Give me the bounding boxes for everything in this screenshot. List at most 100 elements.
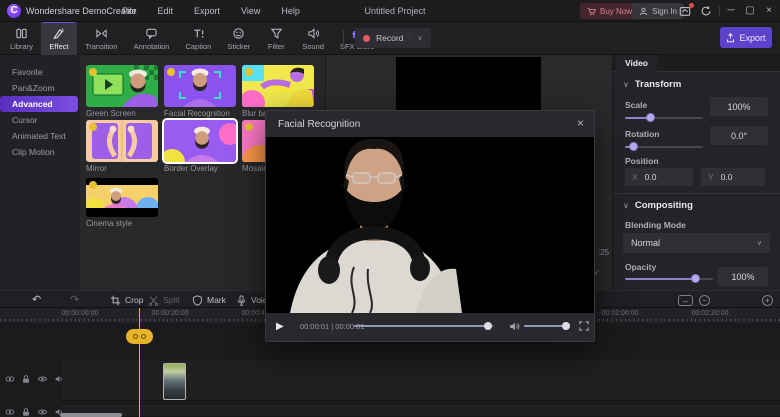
opacity-slider[interactable] (625, 274, 713, 283)
effect-card-green-screen[interactable] (86, 65, 158, 107)
scale-value[interactable]: 100% (710, 97, 768, 116)
rotation-label: Rotation (625, 129, 660, 139)
record-chevron-icon[interactable]: ∨ (409, 34, 423, 42)
maximize-button[interactable]: ▢ (741, 0, 759, 22)
opacity-value[interactable]: 100% (718, 267, 768, 286)
redo-button[interactable]: ↷ (70, 291, 79, 309)
effect-card-border-overlay[interactable] (162, 118, 238, 164)
effect-card-cinema-style[interactable] (86, 178, 158, 217)
volume-icon[interactable] (509, 321, 520, 332)
effects-category-sidebar: Favorite Pan&Zoom Advanced Cursor Animat… (0, 55, 78, 290)
menu-help[interactable]: Help (281, 6, 300, 16)
effect-card-facial-recognition[interactable] (164, 65, 236, 107)
facial-recognition-dialog: Facial Recognition × ▶ 00:00:01 | 00:00:… (265, 110, 595, 342)
person-icon (639, 7, 648, 15)
sidebar-item-favorite[interactable]: Favorite (0, 64, 78, 80)
notification-dot (689, 3, 694, 8)
ruler-label: 00:02:00:00 (601, 310, 639, 317)
sync-icon[interactable] (700, 5, 713, 18)
track-link-icon[interactable] (5, 374, 15, 384)
minimize-button[interactable]: ─ (722, 0, 740, 22)
track-lock-icon[interactable] (21, 407, 31, 417)
export-up-icon (727, 32, 735, 42)
playhead-line[interactable] (139, 308, 140, 417)
dialog-close-icon[interactable]: × (577, 116, 584, 130)
sign-in-button[interactable]: Sign In (632, 3, 684, 19)
sidebar-item-clip-motion[interactable]: Clip Motion (0, 144, 78, 160)
menu-view[interactable]: View (241, 6, 260, 16)
undo-button[interactable]: ↶ (32, 291, 41, 309)
ruler-label: 00:00:00:00 (61, 310, 99, 317)
titlebar-separator (719, 6, 720, 16)
track-eye-icon[interactable] (37, 407, 48, 417)
fit-timeline-button[interactable]: ↔ (678, 294, 693, 306)
properties-tab-strip: Video (613, 55, 780, 72)
buy-now-button[interactable]: Buy Now (580, 3, 640, 19)
tab-effect[interactable]: Effect (40, 22, 77, 55)
tab-annotation[interactable]: Annotation (126, 22, 178, 55)
seek-slider[interactable] (354, 322, 494, 330)
dialog-title: Facial Recognition (278, 118, 361, 130)
sidebar-item-advanced[interactable]: Advanced (0, 96, 78, 112)
mark-shield-icon (193, 294, 202, 306)
play-icon[interactable]: ▶ (276, 321, 284, 332)
menu-export[interactable]: Export (194, 6, 220, 16)
share-feedback-icon[interactable] (679, 3, 694, 18)
position-y-field[interactable]: Y 0.0 (701, 168, 765, 186)
tab-sound[interactable]: Sound (294, 22, 332, 55)
playhead-ring-icon (133, 334, 138, 339)
blending-mode-dropdown[interactable]: Normal ∨ (623, 233, 770, 253)
track-link-icon[interactable] (5, 407, 15, 417)
tab-library[interactable]: Library (2, 22, 41, 55)
rotation-value[interactable]: 0.0° (710, 126, 768, 145)
ribbon-separator (343, 30, 344, 47)
track-mute-icon[interactable] (54, 374, 64, 384)
menu-file[interactable]: File (122, 6, 137, 16)
sidebar-item-pan-zoom[interactable]: Pan&Zoom (0, 80, 78, 96)
rotation-slider[interactable] (625, 142, 703, 151)
position-x-field[interactable]: X 0.0 (625, 168, 693, 186)
dialog-header: Facial Recognition × (266, 111, 594, 137)
export-button[interactable]: Export (720, 27, 772, 48)
crop-button[interactable]: Crop (110, 291, 143, 309)
record-button[interactable]: Record ∨ (355, 28, 431, 48)
track-lock-icon[interactable] (21, 374, 31, 384)
sidebar-item-animated-text[interactable]: Animated Text (0, 128, 78, 144)
favorite-badge-icon (167, 68, 175, 76)
timeline-clip[interactable] (163, 363, 186, 400)
tab-sticker[interactable]: Sticker (219, 22, 258, 55)
dialog-video-preview[interactable] (266, 137, 594, 313)
effect-label-green-screen: Green Screen (86, 109, 136, 118)
tab-filter[interactable]: Filter (258, 22, 294, 55)
scale-slider[interactable] (625, 113, 703, 122)
app-logo-icon: C (7, 4, 21, 18)
tab-transition[interactable]: Transition (77, 22, 126, 55)
audio-track-lane[interactable] (62, 405, 780, 417)
mark-button[interactable]: Mark (192, 291, 226, 309)
effect-card-mirror[interactable] (86, 120, 158, 162)
tool-tabs: Library Effect Transition Annotation Cap… (2, 22, 383, 55)
position-label: Position (625, 156, 659, 166)
zoom-out-button[interactable]: − (699, 294, 710, 306)
sidebar-item-cursor[interactable]: Cursor (0, 112, 78, 128)
effect-card-blur-background[interactable] (242, 65, 314, 107)
menu-edit[interactable]: Edit (158, 6, 174, 16)
favorite-badge-icon (89, 181, 97, 189)
playhead-handle[interactable] (126, 329, 153, 344)
close-button[interactable]: × (760, 0, 778, 22)
collapse-chevron-icon: ∨ (623, 80, 629, 89)
zoom-in-button[interactable]: + (762, 294, 773, 306)
voice-mic-icon (237, 294, 246, 306)
track-eye-icon[interactable] (37, 374, 48, 384)
cart-icon (587, 7, 596, 15)
timeline-horizontal-scrollbar[interactable] (60, 413, 122, 417)
transform-section-header[interactable]: ∨ Transform (623, 79, 681, 90)
menu-bar: File Edit Export View Help (122, 6, 300, 16)
compositing-section-header[interactable]: ∨ Compositing (623, 200, 693, 211)
volume-slider[interactable] (524, 322, 570, 330)
split-scissors-icon (148, 295, 159, 306)
split-button[interactable]: Split (148, 291, 180, 309)
tab-video-properties[interactable]: Video (616, 55, 657, 72)
tab-caption[interactable]: Caption (177, 22, 219, 55)
fullscreen-icon[interactable] (579, 321, 589, 331)
